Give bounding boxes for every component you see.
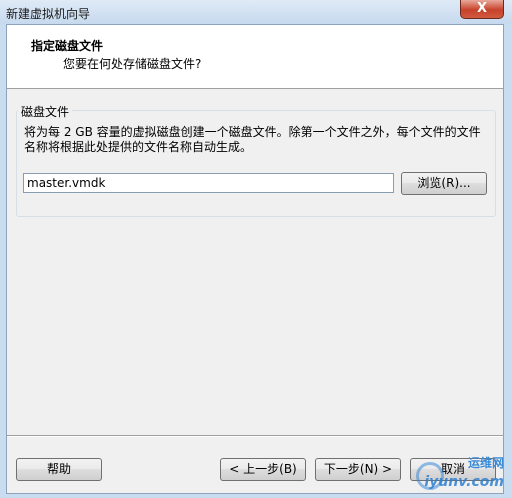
title-bar: 新建虚拟机向导 X [0,0,512,24]
disk-file-group-label: 磁盘文件 [18,103,73,120]
disk-file-description: 将为每 2 GB 容量的虚拟磁盘创建一个磁盘文件。除第一个文件之外，每个文件的文… [24,125,481,154]
browse-button[interactable]: 浏览(R)... [401,172,487,195]
close-button[interactable]: X [460,0,504,19]
cancel-button[interactable]: 取消 [410,458,496,481]
page-title: 指定磁盘文件 [31,39,104,53]
footer-divider [7,435,503,437]
back-button[interactable]: < 上一步(B) [220,458,306,481]
help-button[interactable]: 帮助 [16,458,102,481]
wizard-header: 指定磁盘文件 您要在何处存储磁盘文件? [7,25,503,89]
window-title: 新建虚拟机向导 [6,7,91,21]
close-icon: X [476,1,488,16]
page-subtitle: 您要在何处存储磁盘文件? [63,57,202,71]
disk-file-input[interactable] [23,173,394,193]
wizard-dialog: 指定磁盘文件 您要在何处存储磁盘文件? 磁盘文件 将为每 2 GB 容量的虚拟磁… [6,24,504,494]
next-button[interactable]: 下一步(N) > [315,458,401,481]
